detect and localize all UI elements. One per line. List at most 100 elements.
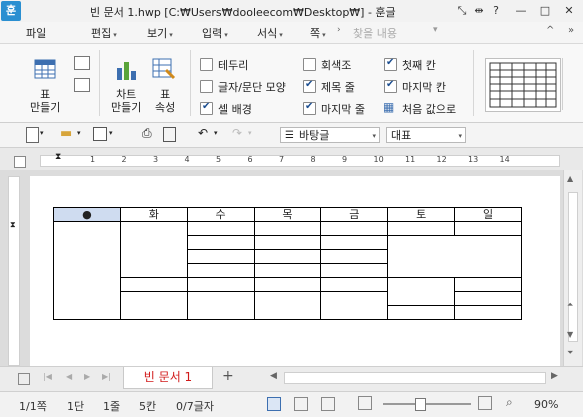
view-width-icon[interactable] [294,397,308,411]
split-icon[interactable]: ⇹ [470,2,488,20]
open-folder-icon[interactable]: ▬ [60,126,72,141]
table-cell[interactable] [454,305,522,320]
close-icon[interactable]: ✕ [560,2,578,20]
table-cell[interactable] [253,263,322,278]
chart-create-button[interactable] [115,59,139,84]
zoom-slider-track[interactable] [383,403,471,405]
undo-icon[interactable]: ↶ [198,126,208,140]
save-caret-icon[interactable]: ▾ [109,129,113,137]
app-logo[interactable]: 훈 [1,1,21,21]
help-icon[interactable]: ? [487,2,505,20]
save-icon[interactable] [93,127,107,141]
table-cell[interactable] [320,277,389,292]
preview-icon[interactable] [163,127,176,142]
zoom-magnifier-icon[interactable]: ⌕ [506,395,513,410]
table-draw-icon[interactable] [74,56,90,70]
menu-more-icon[interactable]: › [337,25,341,35]
table-cell[interactable] [320,221,389,236]
table-header-cell[interactable]: 수 [186,207,255,222]
print-icon[interactable]: ⎙ [142,126,152,141]
vertical-indent-icon[interactable]: ⧗ [10,220,16,230]
status-column[interactable]: 5칸 [139,398,156,414]
status-zoom[interactable]: 90% [534,398,558,411]
redo-caret-icon[interactable]: ▾ [248,129,252,137]
menu-edit[interactable]: 편집 ▾ [91,25,117,41]
horizontal-scroll-thumb[interactable] [284,372,546,384]
table-create-label[interactable]: 표 만들기 [30,88,60,114]
table-header-cell[interactable]: 금 [320,207,389,222]
tab-prev-icon[interactable]: ◀ [66,372,72,381]
tab-first-icon[interactable]: |◀ [43,372,52,381]
table-header-cell[interactable]: 화 [119,207,188,222]
table-cell[interactable] [186,263,255,278]
status-section[interactable]: 1단 [67,398,84,414]
horizontal-ruler[interactable] [40,155,560,167]
grayscale-checkbox[interactable] [303,58,316,71]
zoom-slider-thumb[interactable] [415,398,426,411]
table-create-button[interactable] [34,59,56,82]
table-cell[interactable] [119,277,188,292]
table-cell[interactable] [454,291,522,306]
font-select[interactable]: 대표 ▾ [386,127,466,143]
status-page[interactable]: 1/1쪽 [19,398,47,414]
table-header-cell[interactable]: ● [53,207,121,222]
table-cell[interactable] [387,305,456,320]
ribbon-toggle-icon[interactable]: ^ [546,25,554,36]
header-row-checkbox[interactable] [303,79,316,93]
zoom-out-icon[interactable] [358,396,372,410]
first-col-checkbox[interactable] [384,57,397,71]
scroll-up-icon[interactable]: ▲ [567,174,573,183]
table-cell[interactable] [253,235,322,250]
last-col-checkbox[interactable] [384,79,397,93]
table-cell[interactable] [387,221,456,236]
table-props-button[interactable] [152,58,176,83]
table-cell[interactable] [186,235,255,250]
view-page-icon[interactable] [267,397,281,411]
table-cell[interactable] [186,291,255,320]
page-up-icon[interactable]: ⏶ [567,300,573,310]
zoom-in-icon[interactable] [478,396,492,410]
menu-expand-icon[interactable]: » [568,25,574,36]
table-cell[interactable] [320,291,389,320]
menu-insert[interactable]: 입력 ▾ [202,25,228,41]
hscroll-right-icon[interactable]: ▶ [551,371,558,381]
table-cell[interactable] [253,291,322,320]
redo-icon[interactable]: ↷ [232,126,242,140]
table-header-cell[interactable]: 목 [253,207,322,222]
table-header-cell[interactable]: 일 [454,207,522,222]
table-cell[interactable] [119,291,188,320]
border-checkbox[interactable] [200,58,213,71]
chart-create-label[interactable]: 차트 만들기 [111,88,141,114]
vertical-scrollbar[interactable]: ▲ ⏶ ▼ ⏷ [563,170,582,366]
table-cell[interactable] [320,249,389,264]
tab-document[interactable]: 빈 문서 1 [123,367,213,389]
table-props-label[interactable]: 표 속성 [155,88,175,114]
table-header-cell[interactable]: 토 [387,207,456,222]
indent-marker-icon[interactable]: ⧗ [55,152,61,162]
table-cell[interactable] [320,263,389,278]
table-cell[interactable] [186,249,255,264]
style-select[interactable]: ☰ 바탕글 ▾ [280,127,380,143]
table-cell[interactable] [387,235,522,278]
status-chars[interactable]: 0/7글자 [176,398,214,414]
cell-bg-checkbox[interactable] [200,101,213,115]
table-cell[interactable] [454,277,522,292]
table-erase-icon[interactable] [74,78,90,92]
hscroll-left-icon[interactable]: ◀ [270,371,277,381]
gallery-scroll[interactable] [562,58,573,110]
table-cell[interactable] [53,221,121,320]
table-cell[interactable] [387,277,456,306]
scroll-down-icon[interactable]: ▼ [567,330,573,339]
menu-file[interactable]: 파일 [26,25,46,41]
table-cell[interactable] [253,249,322,264]
new-caret-icon[interactable]: ▾ [40,129,44,137]
new-document-icon[interactable] [26,127,39,143]
table-cell[interactable] [253,277,322,292]
search-caret-icon[interactable]: ▾ [433,25,438,35]
table-cell[interactable] [253,221,322,236]
char-para-checkbox[interactable] [200,80,213,93]
status-line[interactable]: 1줄 [103,398,120,414]
tab-next-icon[interactable]: ▶ [84,372,90,381]
maximize-icon[interactable]: □ [536,2,554,20]
menu-view[interactable]: 보기 ▾ [147,25,173,41]
